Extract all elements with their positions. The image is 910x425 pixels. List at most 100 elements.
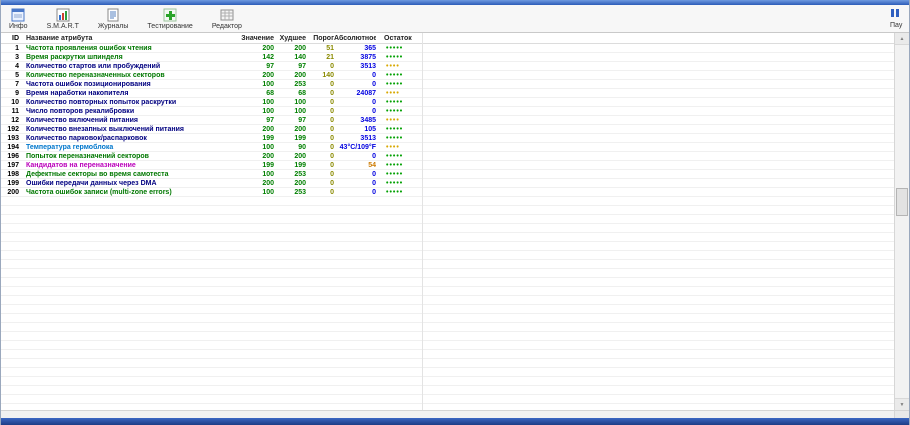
attr-id: 11 bbox=[11, 107, 19, 115]
empty-row bbox=[1, 368, 894, 377]
pause-button[interactable]: Пау bbox=[890, 8, 909, 29]
header-value: Значение bbox=[241, 34, 274, 42]
attr-absolute: 24087 bbox=[356, 89, 376, 97]
attr-threshold: 0 bbox=[330, 134, 334, 142]
attr-id: 194 bbox=[7, 143, 19, 151]
attr-name: Количество переназначенных секторов bbox=[26, 71, 165, 79]
attr-value: 100 bbox=[262, 188, 274, 196]
main-content: ID Название атрибута Значение Худшее Пор… bbox=[1, 33, 909, 410]
attr-id: 5 bbox=[15, 71, 19, 79]
attr-worst: 100 bbox=[294, 107, 306, 115]
attr-absolute: 0 bbox=[372, 152, 376, 160]
header-id: ID bbox=[12, 34, 19, 42]
attr-name: Дефектные секторы во время самотеста bbox=[26, 170, 169, 178]
testing-button[interactable]: Тестирование bbox=[144, 7, 195, 31]
attr-id: 4 bbox=[15, 62, 19, 70]
empty-row bbox=[1, 296, 894, 305]
attr-threshold: 140 bbox=[322, 71, 334, 79]
empty-row bbox=[1, 350, 894, 359]
scroll-up-arrow-icon[interactable]: ▲ bbox=[895, 33, 909, 45]
attr-health-dots: •••• bbox=[386, 116, 400, 124]
attr-absolute: 3875 bbox=[360, 53, 376, 61]
taskbar-strip bbox=[1, 418, 909, 425]
attr-id: 197 bbox=[7, 161, 19, 169]
attr-absolute: 0 bbox=[372, 170, 376, 178]
editor-button[interactable]: Редактор bbox=[209, 7, 245, 31]
attr-worst: 199 bbox=[294, 134, 306, 142]
attr-name: Количество повторных попыток раскрутки bbox=[26, 98, 177, 106]
empty-row bbox=[1, 233, 894, 242]
attr-health-dots: ••••• bbox=[386, 53, 404, 61]
attr-absolute: 3485 bbox=[360, 116, 376, 124]
attr-id: 198 bbox=[7, 170, 19, 178]
attr-absolute: 0 bbox=[372, 71, 376, 79]
attr-absolute: 54 bbox=[368, 161, 376, 169]
attr-value: 100 bbox=[262, 143, 274, 151]
empty-row bbox=[1, 395, 894, 404]
horizontal-scrollbar[interactable] bbox=[1, 410, 909, 418]
attribute-row[interactable]: 200 Частота ошибок записи (multi-zone err… bbox=[1, 188, 894, 197]
attr-worst: 200 bbox=[294, 125, 306, 133]
header-threshold: Порог bbox=[313, 34, 334, 42]
journals-button[interactable]: Журналы bbox=[95, 7, 132, 31]
info-button-label: Инфо bbox=[9, 23, 28, 30]
attr-id: 196 bbox=[7, 152, 19, 160]
attr-health-dots: ••••• bbox=[386, 125, 404, 133]
attr-threshold: 0 bbox=[330, 188, 334, 196]
attr-health-dots: ••••• bbox=[386, 188, 404, 196]
attr-threshold: 0 bbox=[330, 125, 334, 133]
info-icon bbox=[11, 8, 25, 22]
scrollbar-corner bbox=[894, 411, 909, 418]
vertical-scroll-thumb[interactable] bbox=[896, 188, 908, 216]
info-button[interactable]: Инфо bbox=[6, 7, 31, 31]
column-divider bbox=[422, 33, 423, 410]
attr-health-dots: •••• bbox=[386, 89, 400, 97]
scroll-down-arrow-icon[interactable]: ▼ bbox=[895, 398, 909, 410]
attr-value: 200 bbox=[262, 71, 274, 79]
smart-attributes-table: ID Название атрибута Значение Худшее Пор… bbox=[1, 33, 894, 410]
attr-absolute: 3513 bbox=[360, 134, 376, 142]
green-cross-icon bbox=[163, 8, 177, 22]
attr-health-dots: ••••• bbox=[386, 134, 404, 142]
empty-row bbox=[1, 377, 894, 386]
attr-health-dots: •••• bbox=[386, 62, 400, 70]
attr-worst: 253 bbox=[294, 188, 306, 196]
attr-threshold: 21 bbox=[326, 53, 334, 61]
attr-value: 199 bbox=[262, 134, 274, 142]
empty-row bbox=[1, 251, 894, 260]
smart-button[interactable]: S.M.A.R.T bbox=[44, 7, 82, 31]
attr-health-dots: ••••• bbox=[386, 179, 404, 187]
attr-absolute: 3513 bbox=[360, 62, 376, 70]
empty-row bbox=[1, 278, 894, 287]
attr-threshold: 0 bbox=[330, 107, 334, 115]
attr-worst: 90 bbox=[298, 143, 306, 151]
vertical-scrollbar[interactable]: ▲ ▼ bbox=[894, 33, 909, 410]
attr-id: 200 bbox=[7, 188, 19, 196]
header-attribute-name: Название атрибута bbox=[26, 34, 93, 42]
attr-threshold: 0 bbox=[330, 62, 334, 70]
attr-absolute: 43°C/109°F bbox=[339, 143, 376, 151]
empty-row bbox=[1, 323, 894, 332]
attr-absolute: 365 bbox=[364, 44, 376, 52]
attr-value: 200 bbox=[262, 179, 274, 187]
attr-threshold: 0 bbox=[330, 80, 334, 88]
attr-name: Количество парковок/распарковок bbox=[26, 134, 147, 142]
empty-row bbox=[1, 332, 894, 341]
toolbar: Инфо S.M.A.R.T Журналы Тестирование Реда… bbox=[1, 5, 909, 33]
empty-row bbox=[1, 314, 894, 323]
attr-name: Частота ошибок позиционирования bbox=[26, 80, 151, 88]
grid-editor-icon bbox=[220, 8, 234, 22]
attr-id: 192 bbox=[7, 125, 19, 133]
attr-name: Время раскрутки шпинделя bbox=[26, 53, 123, 61]
attr-threshold: 0 bbox=[330, 143, 334, 151]
empty-row bbox=[1, 260, 894, 269]
pause-icon bbox=[890, 8, 900, 20]
attr-worst: 200 bbox=[294, 152, 306, 160]
attr-threshold: 0 bbox=[330, 161, 334, 169]
attr-value: 200 bbox=[262, 125, 274, 133]
attr-health-dots: ••••• bbox=[386, 107, 404, 115]
testing-button-label: Тестирование bbox=[147, 23, 193, 30]
empty-row bbox=[1, 206, 894, 215]
attr-threshold: 51 bbox=[326, 44, 334, 52]
attr-id: 3 bbox=[15, 53, 19, 61]
